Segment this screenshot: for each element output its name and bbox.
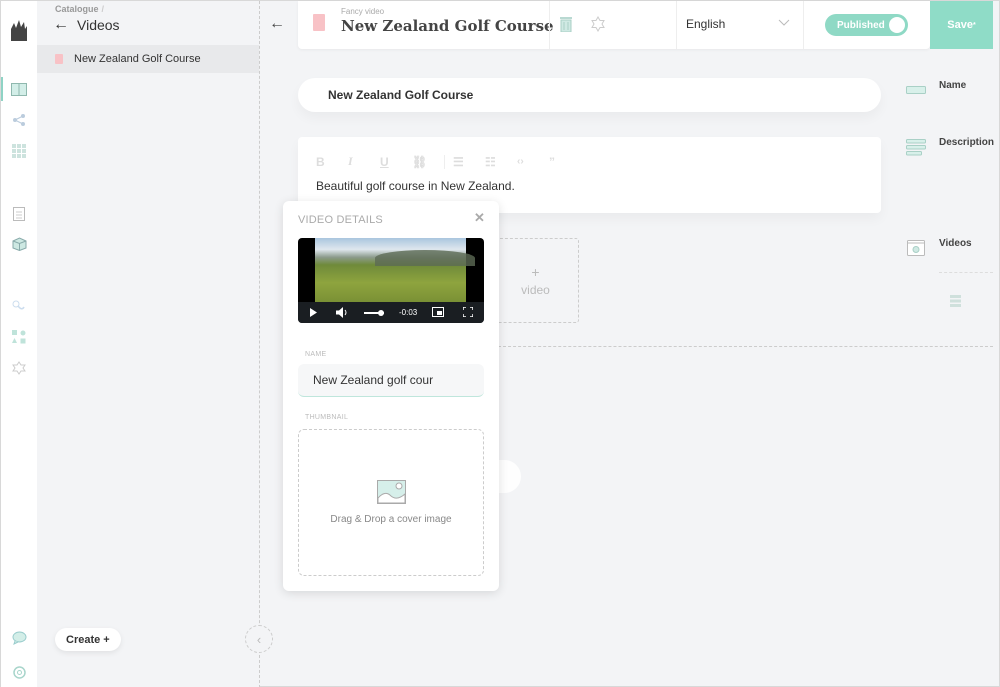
trash-icon[interactable] [560, 17, 572, 32]
drag-handle-icon[interactable] [950, 295, 961, 307]
orders-clipboard-icon[interactable] [11, 205, 27, 221]
support-chat-icon[interactable] [11, 630, 27, 646]
active-indicator [1, 77, 3, 101]
breadcrumb-catalogue[interactable]: Catalogue [55, 4, 99, 14]
single-line-icon [906, 86, 926, 94]
user-settings-icon[interactable] [11, 664, 27, 680]
image-placeholder-icon [376, 480, 406, 504]
close-icon[interactable]: ✕ [474, 210, 485, 226]
legend-videos: Videos [939, 238, 972, 249]
numbered-list-icon[interactable]: ☷ [485, 155, 517, 169]
description-text[interactable]: Beautiful golf course in New Zealand. [316, 179, 515, 193]
back-arrow-icon[interactable]: ← [269, 15, 285, 33]
catalogue-panel: Catalogue / ← Videos New Zealand Golf Cou… [37, 1, 259, 687]
app-window: Catalogue / ← Videos New Zealand Golf Cou… [0, 0, 1000, 687]
video-player[interactable]: -0:03 [298, 238, 484, 323]
popover-title: VIDEO DETAILS [298, 214, 383, 226]
play-icon[interactable] [310, 308, 317, 317]
save-label: Save [947, 19, 973, 31]
name-field[interactable]: New Zealand Golf Course [298, 78, 881, 112]
save-button[interactable]: Save * [930, 1, 993, 49]
settings-icon[interactable] [590, 16, 606, 32]
volume-slider-handle[interactable] [378, 310, 384, 316]
legend-description: Description [939, 137, 995, 148]
add-video-label: video [521, 282, 550, 297]
bold-icon[interactable]: B [316, 155, 348, 169]
list-item[interactable]: New Zealand Golf Course [37, 45, 259, 73]
webhooks-icon[interactable] [11, 298, 27, 314]
document-icon [55, 54, 63, 64]
volume-icon[interactable] [336, 307, 348, 318]
add-video-button[interactable]: + video [492, 238, 579, 323]
divider [803, 1, 804, 49]
icon-rail [1, 1, 37, 687]
rich-text-toolbar: B I U ⛓ ☰ ☷ ‹› ” [316, 154, 581, 169]
toolbar-divider [444, 154, 445, 169]
products-box-icon[interactable] [11, 236, 27, 252]
topics-tree-icon[interactable] [11, 112, 27, 128]
collapse-panel-button[interactable]: ‹ [245, 625, 273, 653]
video-frame-hill [375, 250, 475, 266]
panel-divider [259, 1, 260, 687]
breadcrumb[interactable]: Catalogue / [55, 4, 104, 14]
name-label: NAME [305, 351, 327, 358]
item-header: Fancy video New Zealand Golf Course Engl… [298, 1, 930, 49]
back-arrow-icon[interactable]: ← [53, 16, 69, 34]
document-icon [313, 14, 325, 31]
divider [676, 1, 677, 49]
bulleted-list-icon[interactable]: ☰ [453, 155, 485, 169]
video-frame [315, 238, 475, 302]
divider [549, 1, 550, 49]
quote-icon[interactable]: ” [549, 155, 581, 169]
player-time: -0:03 [399, 308, 418, 317]
video-name-input[interactable] [298, 364, 484, 397]
toggle-knob [889, 17, 905, 33]
fullscreen-icon[interactable] [463, 307, 473, 317]
breadcrumb-separator: / [101, 4, 105, 14]
item-title: New Zealand Golf Course [341, 17, 554, 35]
italic-icon[interactable]: I [348, 154, 380, 169]
plus-icon: + [531, 263, 540, 280]
player-controls: -0:03 [298, 302, 484, 323]
link-icon[interactable]: ⛓ [412, 155, 444, 169]
video-icon [907, 240, 925, 256]
picture-in-picture-icon[interactable] [432, 307, 444, 317]
code-icon[interactable]: ‹› [517, 156, 549, 167]
thumbnail-dropzone[interactable]: Drag & Drop a cover image [298, 429, 484, 576]
list-item-label: New Zealand Golf Course [74, 53, 201, 65]
publish-toggle[interactable]: Published [825, 14, 908, 36]
video-details-popover: VIDEO DETAILS ✕ -0:03 NAME THUMBNAIL Dra… [283, 201, 499, 591]
legend-divider [939, 272, 993, 273]
rich-text-icon [906, 139, 926, 156]
apps-icon[interactable] [11, 329, 27, 345]
thumbnail-label: THUMBNAIL [305, 414, 349, 421]
dropzone-text: Drag & Drop a cover image [330, 514, 452, 525]
language-select[interactable]: English [686, 17, 725, 31]
catalogue-book-icon[interactable] [11, 81, 27, 97]
app-logo-icon[interactable] [9, 19, 29, 43]
publish-status-label: Published [837, 19, 885, 31]
section-divider [498, 346, 993, 347]
unsaved-marker: * [972, 21, 976, 29]
create-button[interactable]: Create + [55, 628, 121, 651]
chevron-left-icon: ‹ [256, 631, 262, 647]
panel-title: Videos [77, 17, 120, 33]
chevron-down-icon[interactable] [778, 17, 790, 27]
grid-icon[interactable] [11, 143, 27, 159]
shape-name: Fancy video [341, 7, 385, 16]
underline-icon[interactable]: U [380, 155, 412, 169]
settings-icon[interactable] [11, 360, 27, 376]
legend-name: Name [939, 80, 967, 91]
